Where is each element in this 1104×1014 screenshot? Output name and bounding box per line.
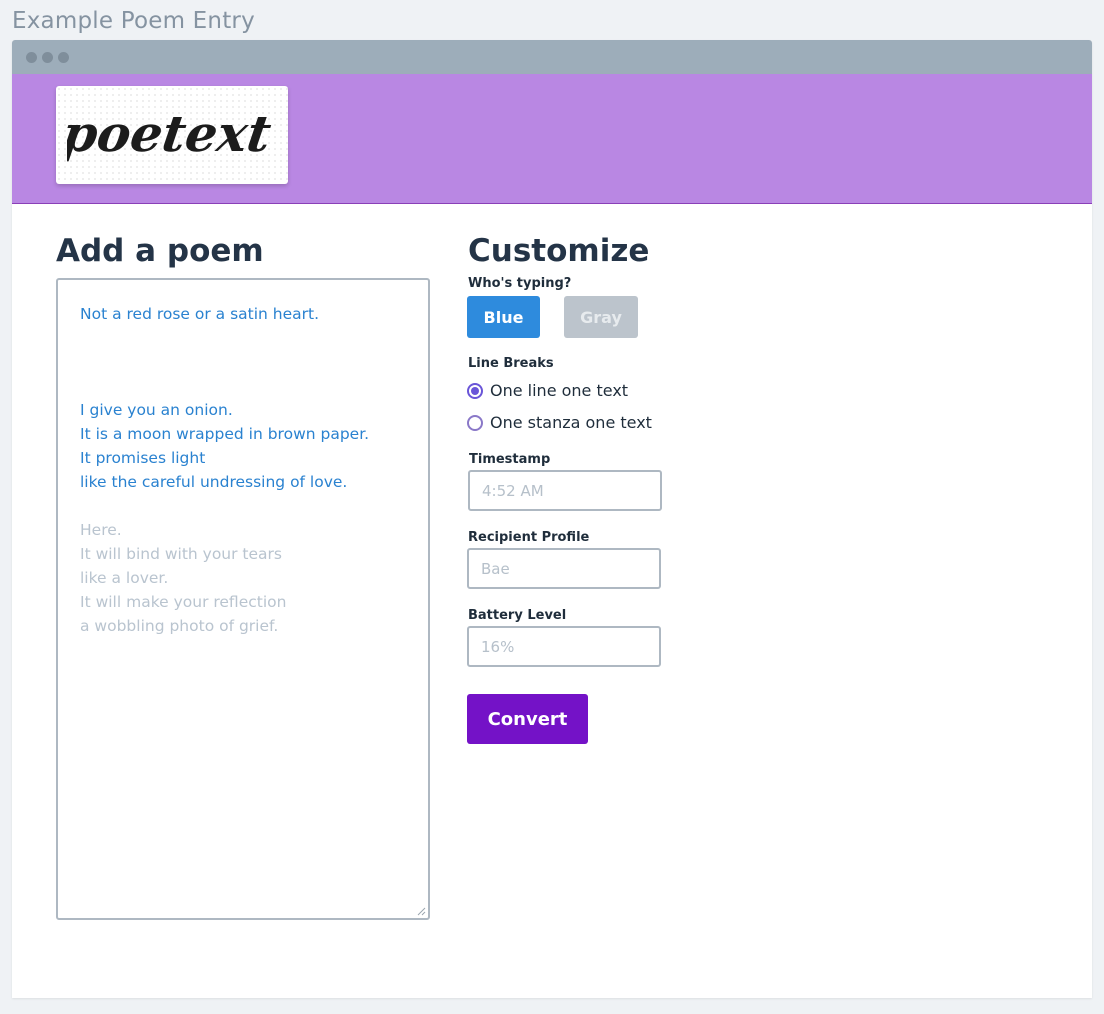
recipient-profile-label: Recipient Profile [468,530,590,545]
window-dot-icon [42,51,53,63]
poem-line: It will bind with your tears [80,545,282,563]
poem-line: It promises light [80,449,206,467]
line-breaks-label: Line Breaks [468,356,554,371]
poem-line [80,494,406,518]
poem-line: like the careful undressing of love. [80,473,348,491]
radio-one-line[interactable]: One line one text [467,381,628,400]
window-titlebar [12,40,1092,74]
timestamp-input[interactable] [468,470,662,511]
poem-line: It will make your reflection [80,593,287,611]
gray-typing-button[interactable]: Gray [564,296,638,338]
header-banner: poetext [12,74,1092,204]
page-caption: Example Poem Entry [12,8,255,34]
poem-line: I give you an onion. [80,401,233,419]
poem-line [80,326,406,350]
convert-button[interactable]: Convert [467,694,588,744]
radio-one-stanza-label: One stanza one text [490,413,652,432]
timestamp-label: Timestamp [469,452,551,467]
battery-level-input[interactable] [467,626,661,667]
recipient-profile-input[interactable] [467,548,661,589]
poem-textarea[interactable]: Not a red rose or a satin heart. I give y… [56,278,430,920]
logo: poetext [56,86,288,184]
poem-line [80,374,406,398]
add-poem-heading: Add a poem [56,233,264,269]
radio-unchecked-icon[interactable] [467,414,483,431]
battery-level-label: Battery Level [468,608,567,623]
window-dot-icon [26,51,37,63]
poem-line [80,350,406,374]
radio-one-stanza[interactable]: One stanza one text [467,413,652,432]
customize-heading: Customize [468,233,650,269]
app-window: poetext Add a poem Customize Not a red r… [12,40,1092,998]
poem-line: Not a red rose or a satin heart. [80,305,320,323]
poem-line: like a lover. [80,569,169,587]
radio-one-line-label: One line one text [490,381,629,400]
resize-grip-icon[interactable] [416,906,426,916]
poem-line: Here. [80,521,122,539]
poem-line: a wobbling photo of grief. [80,617,279,635]
blue-typing-button[interactable]: Blue [467,296,540,338]
svg-text:poetext: poetext [67,104,275,163]
poem-line: It is a moon wrapped in brown paper. [80,425,370,443]
whos-typing-label: Who's typing? [468,276,572,291]
radio-checked-icon[interactable] [467,382,483,399]
poetext-logo-icon: poetext [67,104,275,163]
window-dot-icon [58,51,69,63]
